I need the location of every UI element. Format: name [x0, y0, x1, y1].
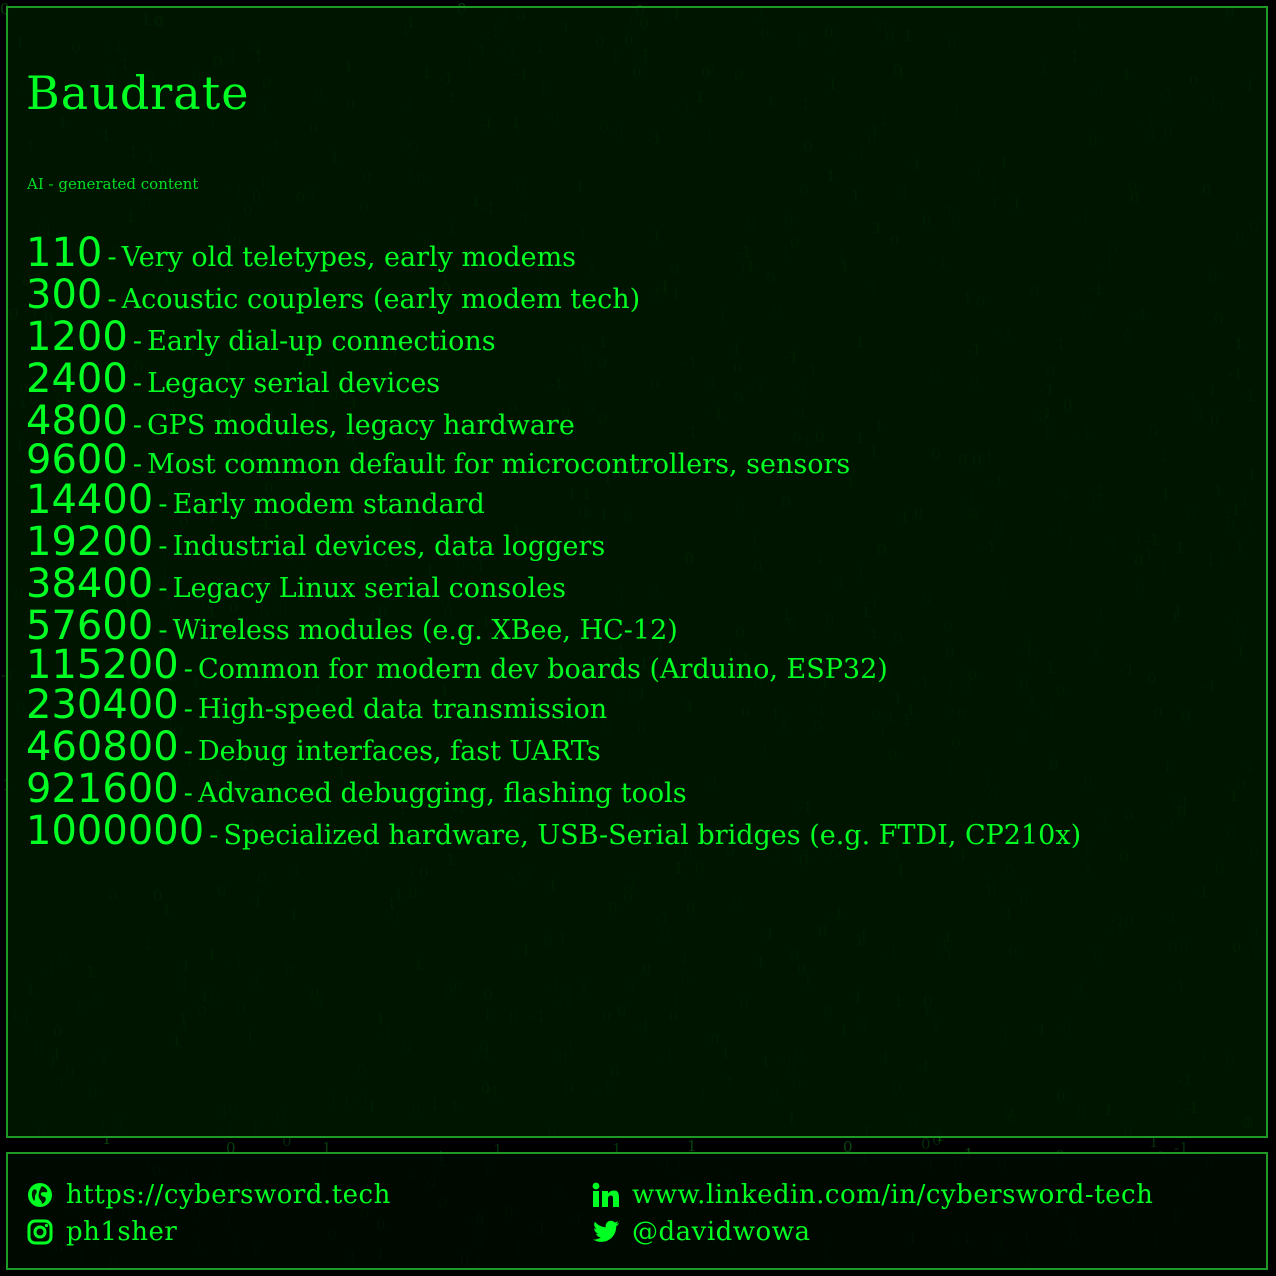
- twitter-icon: [592, 1218, 620, 1246]
- baudrate-separator: -: [158, 531, 168, 562]
- footer-panel: [6, 1152, 1268, 1270]
- baudrate-row: 19200 - Industrial devices, data loggers: [26, 521, 1081, 563]
- baudrate-value: 38400: [26, 561, 154, 607]
- baudrate-row: 921600 - Advanced debugging, flashing to…: [26, 768, 1081, 810]
- baudrate-description: High-speed data transmission: [198, 694, 608, 725]
- twitter-handle: @davidwowa: [632, 1217, 811, 1247]
- baudrate-value: 1200: [26, 314, 128, 360]
- website-link[interactable]: https://cybersword.tech: [26, 1180, 391, 1210]
- linkedin-icon: [592, 1181, 620, 1209]
- baudrate-value: 460800: [26, 724, 179, 770]
- instagram-link[interactable]: ph1sher: [26, 1217, 177, 1247]
- baudrate-description: Common for modern dev boards (Arduino, E…: [198, 654, 888, 685]
- baudrate-value: 110: [26, 230, 103, 276]
- baudrate-row: 110 - Very old teletypes, early modems: [26, 232, 1081, 274]
- ai-generated-note: AI - generated content: [27, 175, 199, 193]
- baudrate-separator: -: [132, 368, 143, 399]
- baudrate-separator: -: [132, 326, 143, 357]
- baudrate-row: 9600 - Most common default for microcont…: [26, 440, 1081, 480]
- baudrate-separator: -: [132, 449, 143, 480]
- baudrate-description: Very old teletypes, early modems: [121, 242, 577, 273]
- baudrate-value: 2400: [26, 356, 128, 402]
- baudrate-separator: -: [209, 820, 219, 851]
- baudrate-description: Most common default for microcontrollers…: [147, 449, 851, 480]
- instagram-handle: ph1sher: [66, 1217, 178, 1247]
- baudrate-description: Early dial-up connections: [147, 326, 496, 357]
- baudrate-row: 300 - Acoustic couplers (early modem tec…: [26, 274, 1081, 316]
- baudrate-row: 1200 - Early dial-up connections: [26, 316, 1081, 358]
- baudrate-separator: -: [183, 778, 193, 809]
- baudrate-value: 230400: [26, 682, 179, 728]
- page-title: Baudrate: [26, 66, 250, 120]
- baudrate-description: Debug interfaces, fast UARTs: [198, 736, 601, 767]
- baudrate-row: 57600 - Wireless modules (e.g. XBee, HC-…: [26, 605, 1081, 647]
- baudrate-separator: -: [107, 284, 117, 315]
- baudrate-description: Specialized hardware, USB-Serial bridges…: [223, 820, 1082, 851]
- baudrate-separator: -: [107, 242, 117, 273]
- baudrate-row: 230400 - High-speed data transmission: [26, 684, 1081, 726]
- baudrate-separator: -: [183, 654, 193, 685]
- baudrate-separator: -: [183, 694, 193, 725]
- baudrate-description: Acoustic couplers (early modem tech): [121, 284, 641, 315]
- baudrate-separator: -: [158, 489, 168, 520]
- baudrate-description: Advanced debugging, flashing tools: [198, 778, 687, 809]
- baudrate-value: 1000000: [26, 808, 205, 854]
- baudrate-value: 921600: [26, 766, 179, 812]
- baudrate-description: Legacy Linux serial consoles: [172, 573, 567, 604]
- twitter-link[interactable]: @davidwowa: [592, 1217, 810, 1247]
- baudrate-row: 14400 - Early modem standard: [26, 479, 1081, 521]
- globe-icon: [26, 1181, 54, 1209]
- baudrate-value: 300: [26, 272, 103, 318]
- baudrate-separator: -: [183, 736, 193, 767]
- baudrate-description: Legacy serial devices: [147, 368, 441, 399]
- baudrate-row: 38400 - Legacy Linux serial consoles: [26, 563, 1081, 605]
- baudrate-description: Industrial devices, data loggers: [172, 531, 606, 562]
- baudrate-row: 2400 - Legacy serial devices: [26, 358, 1081, 400]
- baudrate-row: 460800 - Debug interfaces, fast UARTs: [26, 726, 1081, 768]
- instagram-icon: [26, 1218, 54, 1246]
- baudrate-list: 110 - Very old teletypes, early modems 30…: [26, 232, 1081, 852]
- baudrate-value: 14400: [26, 477, 154, 523]
- baudrate-description: Wireless modules (e.g. XBee, HC-12): [172, 615, 678, 646]
- linkedin-url: www.linkedin.com/in/cybersword-tech: [632, 1180, 1154, 1210]
- linkedin-link[interactable]: www.linkedin.com/in/cybersword-tech: [592, 1180, 1153, 1210]
- baudrate-description: GPS modules, legacy hardware: [147, 410, 575, 441]
- baudrate-value: 19200: [26, 519, 154, 565]
- baudrate-description: Early modem standard: [172, 489, 485, 520]
- baudrate-separator: -: [132, 410, 143, 441]
- baudrate-row: 115200 - Common for modern dev boards (A…: [26, 645, 1081, 685]
- website-url: https://cybersword.tech: [66, 1180, 391, 1210]
- baudrate-row: 4800 - GPS modules, legacy hardware: [26, 400, 1081, 442]
- baudrate-separator: -: [158, 573, 168, 604]
- baudrate-row: 1000000 - Specialized hardware, USB-Seri…: [26, 810, 1081, 852]
